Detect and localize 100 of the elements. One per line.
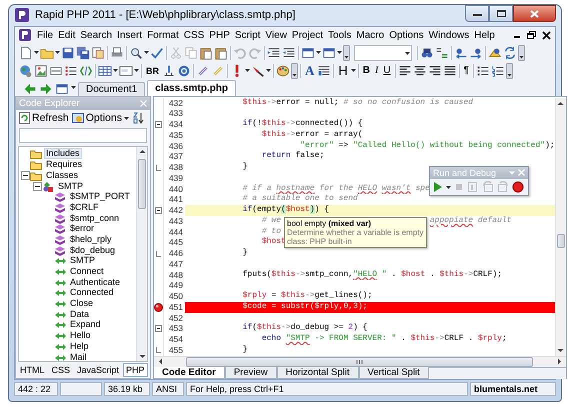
fold-toggle-icon[interactable] bbox=[155, 325, 162, 332]
close-icon[interactable] bbox=[542, 30, 551, 40]
search-field[interactable] bbox=[19, 128, 147, 143]
numbered-list-icon[interactable] bbox=[490, 64, 505, 78]
form-icon[interactable] bbox=[119, 64, 133, 78]
tree-item[interactable]: Help bbox=[68, 340, 91, 352]
tree-item[interactable]: Data bbox=[68, 308, 92, 320]
menu-item[interactable]: Options bbox=[389, 30, 424, 41]
panel-tab[interactable]: HTML bbox=[17, 362, 48, 377]
tree-item[interactable]: SMTP bbox=[56, 180, 86, 192]
find-next-icon[interactable] bbox=[469, 46, 483, 60]
justify-icon[interactable] bbox=[442, 64, 457, 78]
indent-icon[interactable] bbox=[267, 46, 281, 60]
fold-toggle-icon[interactable] bbox=[155, 121, 162, 128]
toolbar-overflow-icon[interactable] bbox=[518, 44, 525, 61]
view-tab[interactable]: Code Editor bbox=[154, 366, 225, 379]
refresh-button[interactable]: Refresh bbox=[19, 112, 69, 124]
italic-button[interactable]: I bbox=[373, 62, 380, 79]
menu-item[interactable]: Script bbox=[234, 30, 260, 41]
menu-item[interactable]: Format bbox=[147, 30, 179, 41]
window-icon[interactable] bbox=[301, 46, 315, 60]
align-center-icon[interactable] bbox=[412, 64, 427, 78]
menu-item[interactable]: File bbox=[37, 30, 54, 41]
view-tab[interactable]: Vertical Split bbox=[358, 366, 429, 379]
panel-tab[interactable]: CSS bbox=[48, 362, 74, 377]
scrollbar-thumb[interactable] bbox=[138, 158, 146, 209]
paste-icon[interactable] bbox=[199, 46, 213, 60]
toolbar-overflow-icon[interactable] bbox=[343, 44, 350, 61]
target-icon[interactable] bbox=[177, 64, 191, 78]
save-icon[interactable] bbox=[61, 46, 75, 60]
outdent-icon[interactable] bbox=[282, 46, 296, 60]
tree-item[interactable]: Requires bbox=[44, 159, 84, 170]
underline-button[interactable]: U bbox=[381, 62, 393, 79]
list-icon[interactable] bbox=[64, 64, 78, 78]
tree-item[interactable]: $error bbox=[68, 223, 96, 234]
view-tab[interactable]: Preview bbox=[224, 366, 277, 379]
tree-item[interactable]: $do_debug bbox=[68, 244, 118, 256]
document-tab[interactable]: Document1 bbox=[78, 82, 146, 96]
scrollbar[interactable] bbox=[136, 146, 147, 361]
spell-check-icon[interactable] bbox=[150, 46, 164, 60]
document-tab[interactable]: class.smtp.php bbox=[147, 80, 236, 96]
tree-item[interactable]: SMTP bbox=[68, 255, 98, 266]
menu-item[interactable]: Help bbox=[474, 30, 495, 41]
scrollbar[interactable] bbox=[154, 356, 566, 367]
tree-item[interactable]: Connect bbox=[68, 266, 106, 278]
panel-tab[interactable]: PHP bbox=[123, 362, 148, 377]
documents-icon[interactable] bbox=[91, 46, 105, 60]
tree-item[interactable]: $helo_rply bbox=[68, 234, 114, 245]
font-button[interactable]: A bbox=[303, 62, 316, 79]
breakpoint-icon[interactable] bbox=[154, 302, 163, 312]
dropdown-field[interactable] bbox=[354, 44, 412, 61]
document-icon[interactable] bbox=[18, 28, 32, 42]
replace-icon[interactable] bbox=[435, 46, 449, 60]
record-icon[interactable] bbox=[512, 180, 524, 193]
menu-item[interactable]: Insert bbox=[117, 30, 142, 41]
tree-item[interactable]: Close bbox=[68, 298, 96, 310]
panel-tab[interactable]: JavaScript bbox=[74, 362, 122, 377]
save-all-icon[interactable] bbox=[76, 46, 90, 60]
image-icon[interactable] bbox=[34, 64, 48, 78]
tree-item[interactable]: $CRLF bbox=[68, 202, 101, 213]
menu-item[interactable]: Search bbox=[80, 30, 112, 41]
toolbar-overflow-icon[interactable] bbox=[506, 62, 513, 79]
scrollbar[interactable] bbox=[554, 98, 566, 356]
menu-item[interactable]: Macro bbox=[356, 30, 384, 41]
bookmark-icon[interactable] bbox=[488, 46, 502, 60]
search-icon[interactable] bbox=[129, 46, 143, 60]
toolbar-overflow-icon[interactable] bbox=[291, 62, 298, 79]
tree-item[interactable]: $smtp_conn bbox=[68, 212, 122, 224]
heading-button[interactable]: H bbox=[336, 62, 350, 79]
scroll-left-icon[interactable] bbox=[157, 358, 163, 366]
new-file-icon[interactable] bbox=[19, 46, 33, 60]
bulleted-list-icon[interactable] bbox=[476, 64, 490, 78]
anchor-icon[interactable] bbox=[162, 64, 176, 78]
bold-button[interactable]: B bbox=[360, 62, 372, 79]
menu-item[interactable]: Windows bbox=[428, 30, 470, 41]
fold-toggle-icon[interactable] bbox=[155, 207, 162, 214]
tree-item[interactable]: $SMTP_PORT bbox=[68, 191, 132, 202]
tree-item[interactable]: Includes bbox=[44, 148, 82, 160]
scroll-down-icon[interactable] bbox=[138, 352, 146, 361]
sort-icon[interactable] bbox=[132, 112, 144, 124]
tree-item[interactable]: Hello bbox=[68, 330, 93, 342]
panel-icon[interactable] bbox=[322, 46, 336, 60]
minimize-button[interactable] bbox=[465, 5, 489, 22]
menu-item[interactable]: Project bbox=[292, 30, 324, 41]
tree-item[interactable]: Expand bbox=[68, 319, 103, 330]
menu-item[interactable]: Edit bbox=[58, 30, 76, 41]
tree-item[interactable]: Classes bbox=[44, 170, 80, 181]
tree-item[interactable]: Mail bbox=[68, 352, 89, 361]
globe-icon[interactable] bbox=[19, 64, 33, 78]
menu-item[interactable]: CSS bbox=[184, 30, 204, 41]
menu-item[interactable]: Tools bbox=[328, 30, 352, 41]
align-left-icon[interactable] bbox=[398, 64, 412, 78]
window-list-icon[interactable] bbox=[55, 82, 69, 96]
back-arrow-icon[interactable] bbox=[23, 82, 37, 96]
menu-item[interactable]: View bbox=[265, 30, 287, 41]
br-button[interactable]: BR bbox=[144, 62, 161, 79]
scroll-up-icon[interactable] bbox=[557, 100, 564, 106]
find-previous-icon[interactable] bbox=[454, 46, 468, 60]
tree-item[interactable]: Connected bbox=[68, 287, 116, 298]
view-tab[interactable]: Horizontal Split bbox=[276, 366, 359, 379]
